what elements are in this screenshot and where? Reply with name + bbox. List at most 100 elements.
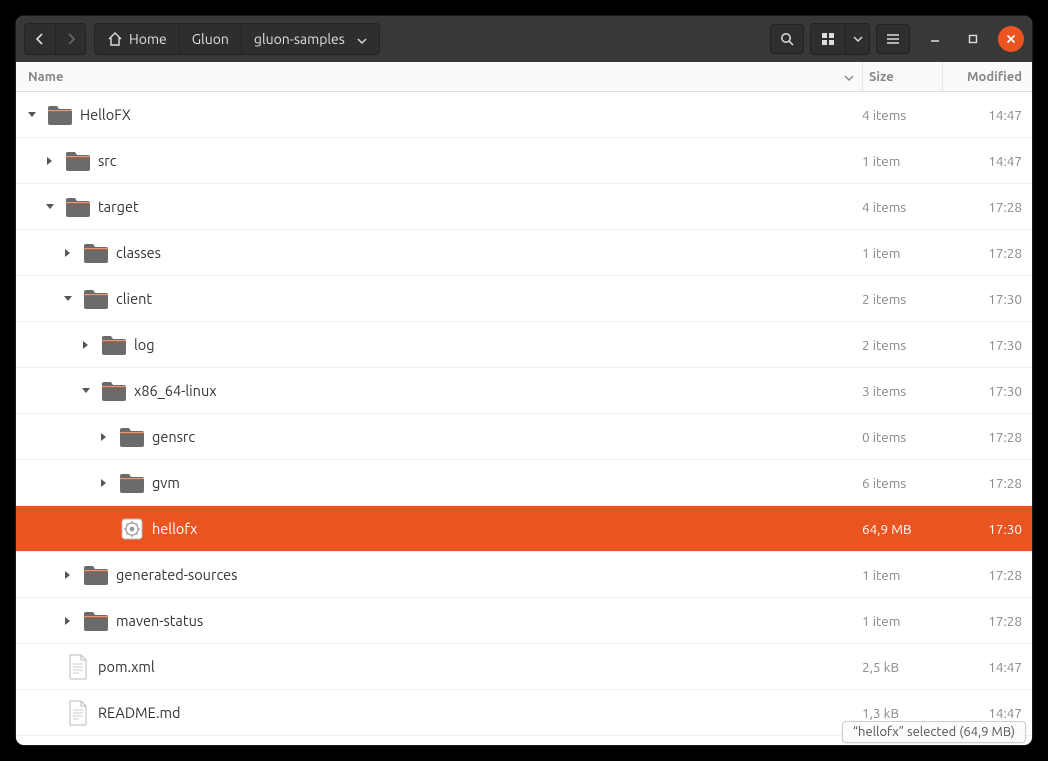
file-row[interactable]: gensrc0 items17:28 xyxy=(16,414,1032,460)
file-row[interactable]: client2 items17:30 xyxy=(16,276,1032,322)
file-row[interactable]: pom.xml2,5 kB14:47 xyxy=(16,644,1032,690)
breadcrumb-seg-1[interactable]: Gluon xyxy=(180,24,242,54)
view-dropdown-button[interactable] xyxy=(845,24,869,54)
folder-icon xyxy=(64,149,92,173)
column-name[interactable]: Name xyxy=(16,70,862,84)
file-name: README.md xyxy=(98,704,181,721)
file-size: 2,5 kB xyxy=(862,659,942,675)
file-modified: 17:30 xyxy=(942,337,1032,353)
column-modified[interactable]: Modified xyxy=(942,62,1032,91)
expander-toggle[interactable] xyxy=(60,616,76,626)
chevron-down-icon xyxy=(357,31,367,47)
folder-icon xyxy=(118,425,146,449)
file-manager-window: Home Gluon gluon-samples xyxy=(16,16,1032,745)
file-row[interactable]: log 2 items17:30 xyxy=(16,322,1032,368)
file-modified: 17:28 xyxy=(942,613,1032,629)
file-row[interactable]: generated-sources1 item17:28 xyxy=(16,552,1032,598)
file-name: HelloFX xyxy=(80,106,131,123)
file-row[interactable]: HelloFX 4 items14:47 xyxy=(16,92,1032,138)
file-row[interactable]: x86_64-linux3 items17:30 xyxy=(16,368,1032,414)
file-name: src xyxy=(98,152,117,169)
text-file-icon xyxy=(64,655,92,679)
breadcrumb-seg-1-label: Gluon xyxy=(192,31,229,47)
search-button[interactable] xyxy=(770,24,804,54)
expander-toggle[interactable] xyxy=(24,111,40,119)
folder-icon xyxy=(100,379,128,403)
file-modified: 14:47 xyxy=(942,705,1032,721)
column-name-label: Name xyxy=(28,70,63,84)
file-row[interactable]: hellofx64,9 MB17:30 xyxy=(16,506,1032,552)
column-size[interactable]: Size xyxy=(862,62,942,91)
breadcrumb: Home Gluon gluon-samples xyxy=(94,23,380,55)
file-row[interactable]: gvm6 items17:28 xyxy=(16,460,1032,506)
file-size: 3 items xyxy=(862,383,942,399)
file-modified: 17:28 xyxy=(942,199,1032,215)
file-modified: 17:28 xyxy=(942,429,1032,445)
close-button[interactable] xyxy=(998,26,1024,52)
file-size: 1 item xyxy=(862,245,942,261)
breadcrumb-home[interactable]: Home xyxy=(95,24,180,54)
expander-toggle[interactable] xyxy=(60,570,76,580)
expander-toggle[interactable] xyxy=(96,478,112,488)
file-name: hellofx xyxy=(152,520,197,537)
file-name: target xyxy=(98,198,139,215)
back-button[interactable] xyxy=(25,24,55,54)
breadcrumb-home-label: Home xyxy=(129,31,167,47)
expander-toggle[interactable] xyxy=(78,340,94,350)
folder-icon xyxy=(64,195,92,219)
minimize-icon xyxy=(930,34,940,44)
file-modified: 17:30 xyxy=(942,521,1032,537)
folder-icon xyxy=(82,563,110,587)
hamburger-icon xyxy=(886,33,900,45)
expander-toggle[interactable] xyxy=(60,295,76,303)
status-text: “hellofx” selected (64,9 MB) xyxy=(853,725,1015,739)
status-bar: “hellofx” selected (64,9 MB) xyxy=(842,721,1026,743)
file-name: maven-status xyxy=(116,612,203,629)
file-size: 6 items xyxy=(862,475,942,491)
maximize-button[interactable] xyxy=(960,26,986,52)
folder-icon xyxy=(82,241,110,265)
file-name: pom.xml xyxy=(98,658,155,675)
file-name: client xyxy=(116,290,152,307)
view-switcher xyxy=(810,23,870,55)
file-modified: 14:47 xyxy=(942,107,1032,123)
breadcrumb-seg-2-label: gluon-samples xyxy=(254,31,345,47)
maximize-icon xyxy=(968,34,978,44)
file-row[interactable]: src 1 item14:47 xyxy=(16,138,1032,184)
minimize-button[interactable] xyxy=(922,26,948,52)
expander-toggle[interactable] xyxy=(60,248,76,258)
folder-icon xyxy=(100,333,128,357)
file-modified: 14:47 xyxy=(942,153,1032,169)
folder-icon xyxy=(82,609,110,633)
column-modified-label: Modified xyxy=(967,70,1022,84)
folder-icon xyxy=(118,471,146,495)
file-modified: 17:28 xyxy=(942,245,1032,261)
file-size: 2 items xyxy=(862,291,942,307)
file-row[interactable]: maven-status1 item17:28 xyxy=(16,598,1032,644)
expander-toggle[interactable] xyxy=(42,203,58,211)
home-icon xyxy=(107,32,123,46)
forward-button[interactable] xyxy=(55,24,85,54)
expander-toggle[interactable] xyxy=(96,432,112,442)
menu-button[interactable] xyxy=(876,24,910,54)
file-row[interactable]: classes1 item17:28 xyxy=(16,230,1032,276)
expander-toggle[interactable] xyxy=(42,156,58,166)
file-size: 1,3 kB xyxy=(862,705,942,721)
close-icon xyxy=(1006,34,1016,44)
expander-toggle[interactable] xyxy=(78,387,94,395)
sort-indicator-icon xyxy=(844,70,854,84)
breadcrumb-seg-2[interactable]: gluon-samples xyxy=(242,24,379,54)
file-size: 1 item xyxy=(862,153,942,169)
file-size: 4 items xyxy=(862,107,942,123)
file-name: gvm xyxy=(152,474,180,491)
folder-icon xyxy=(82,287,110,311)
file-row[interactable]: target4 items17:28 xyxy=(16,184,1032,230)
file-list[interactable]: HelloFX4 items14:47src1 item14:47target4… xyxy=(16,92,1032,745)
file-modified: 17:30 xyxy=(942,383,1032,399)
text-file-icon xyxy=(64,701,92,725)
file-size: 2 items xyxy=(862,337,942,353)
file-size: 1 item xyxy=(862,567,942,583)
folder-icon xyxy=(46,103,74,127)
icon-view-button[interactable] xyxy=(811,24,845,54)
file-name: log xyxy=(134,336,155,353)
